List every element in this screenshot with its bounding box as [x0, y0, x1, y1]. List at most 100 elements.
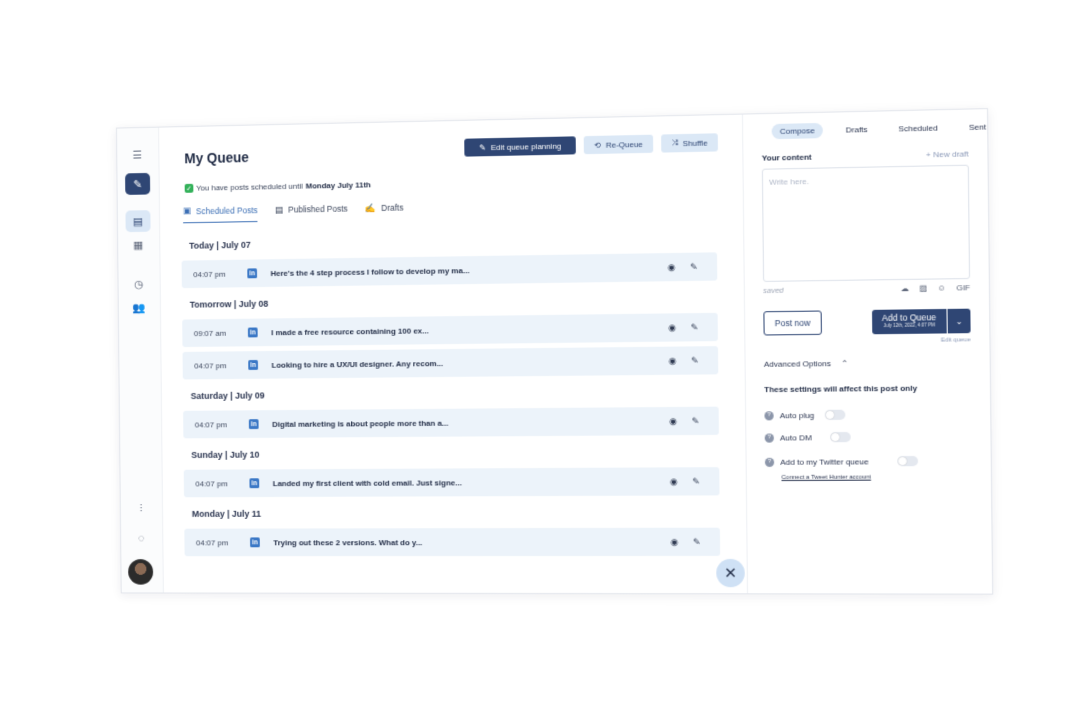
- tab-scheduled[interactable]: Scheduled: [890, 120, 946, 136]
- content-textarea[interactable]: Write here.: [761, 164, 971, 282]
- eye-icon[interactable]: ◉: [662, 415, 684, 426]
- day-group: Saturday | July 09 04:07 pm in Digital m…: [183, 386, 719, 439]
- pencil-icon[interactable]: ✎: [125, 172, 151, 195]
- refresh-icon: ⟲: [593, 140, 601, 150]
- edit-queue-planning-button[interactable]: ✎ Edit queue planning: [464, 136, 577, 157]
- post-text: I made a free resource containing 100 ex…: [271, 325, 429, 337]
- queue-panel: My Queue ✎ Edit queue planning ⟲ Re-Queu…: [159, 115, 747, 594]
- post-text: Trying out these 2 versions. What do y..…: [273, 537, 423, 547]
- post-text: Landed my first client with cold email. …: [272, 477, 462, 488]
- check-icon: ✓: [184, 183, 194, 193]
- post-time: 09:07 am: [193, 328, 227, 338]
- day-heading: Tomorrow | July 08: [189, 298, 269, 310]
- linkedin-icon: in: [247, 268, 258, 279]
- post-text: Digital marketing is about people more t…: [272, 418, 449, 429]
- queue-list: Today | July 07 04:07 pm in Here's the 4…: [181, 232, 721, 568]
- connect-tweet-hunter-link[interactable]: Connect a Tweet Hunter account: [781, 474, 972, 481]
- tab-scheduled-posts[interactable]: ▣ Scheduled Posts: [182, 204, 258, 224]
- eye-icon[interactable]: ◉: [661, 322, 683, 333]
- pencil-icon[interactable]: ✎: [685, 476, 707, 487]
- avatar[interactable]: [128, 559, 154, 585]
- eye-icon[interactable]: ◉: [663, 536, 685, 547]
- auto-plug-toggle[interactable]: [824, 409, 846, 420]
- calendar-icon[interactable]: ▦: [126, 234, 151, 256]
- content-label-row: Your content + New draft: [762, 149, 969, 162]
- pencil-icon[interactable]: ✎: [683, 261, 705, 272]
- day-heading: Saturday | July 09: [190, 390, 265, 401]
- eye-icon[interactable]: ◉: [663, 476, 685, 487]
- post-now-button[interactable]: Post now: [763, 310, 822, 336]
- post-actions: Post now Add to Queue July 12th, 2022, 4…: [763, 308, 971, 336]
- post-time: 04:07 pm: [193, 269, 226, 279]
- post-time: 04:07 pm: [195, 478, 228, 488]
- add-to-queue-button[interactable]: Add to Queue July 12th, 2022, 4:07 PM: [871, 308, 947, 335]
- page-title: My Queue: [184, 149, 250, 167]
- shuffle-icon: ⤨: [671, 138, 678, 148]
- content-placeholder: Write here.: [769, 176, 810, 187]
- tab-drafts-composer[interactable]: Drafts: [837, 122, 876, 138]
- ai-icon[interactable]: ☁: [901, 284, 909, 293]
- clock-icon[interactable]: ◷: [126, 273, 151, 295]
- queue-post[interactable]: 09:07 am in I made a free resource conta…: [182, 312, 718, 348]
- pencil-icon[interactable]: ✎: [684, 415, 706, 426]
- content-label: Your content: [761, 152, 812, 163]
- post-time: 04:07 pm: [194, 419, 228, 429]
- help-icon[interactable]: ?: [764, 457, 775, 467]
- post-time: 04:07 pm: [194, 360, 227, 370]
- post-text: Here's the 4 step process I follow to de…: [270, 265, 470, 278]
- pencil-icon[interactable]: ✎: [684, 355, 706, 366]
- queue-post[interactable]: 04:07 pm in Trying out these 2 versions.…: [184, 527, 721, 557]
- tab-sent[interactable]: Sent: [960, 119, 993, 135]
- pencil-icon[interactable]: ✎: [683, 322, 705, 333]
- gif-button[interactable]: GIF: [956, 283, 970, 292]
- advanced-options-toggle[interactable]: Advanced Options ⌃: [764, 358, 971, 369]
- help-icon[interactable]: ?: [764, 432, 774, 443]
- shuffle-button[interactable]: ⤨ Shuffle: [660, 133, 718, 153]
- left-rail: ☰ ✎ ▤ ▦ ◷ 👥 ⫶ ◌: [116, 127, 164, 593]
- queue-post[interactable]: 04:07 pm in Here's the 4 step process I …: [181, 252, 718, 289]
- composer-tabs: Compose Drafts Scheduled Sent: [771, 120, 986, 140]
- day-heading: Monday | July 11: [191, 508, 262, 519]
- queue-post[interactable]: 04:07 pm in Digital marketing is about p…: [183, 406, 719, 439]
- help-icon[interactable]: ?: [764, 410, 774, 420]
- auto-dm-toggle[interactable]: [830, 431, 851, 443]
- option-auto-dm: ? Auto DM: [764, 431, 972, 443]
- queue-post[interactable]: 04:07 pm in Looking to hire a UX/UI desi…: [182, 346, 719, 380]
- tab-published-posts[interactable]: ▤ Published Posts: [275, 203, 348, 222]
- pencil-icon: ✎: [479, 142, 486, 152]
- chat-icon[interactable]: ◌: [129, 528, 154, 550]
- linkedin-icon: in: [248, 419, 259, 430]
- pencil-icon[interactable]: ✎: [686, 536, 708, 547]
- requeue-button[interactable]: ⟲ Re-Queue: [583, 134, 654, 155]
- post-time: 04:07 pm: [195, 537, 229, 547]
- emoji-icon[interactable]: ☺: [937, 283, 946, 292]
- menu-icon[interactable]: ☰: [125, 144, 150, 166]
- composer-tools: saved ☁ ▨ ☺ GIF: [763, 283, 970, 295]
- tab-drafts[interactable]: ✍ Drafts: [365, 202, 403, 221]
- linkedin-icon: in: [248, 359, 259, 370]
- image-icon: ▤: [275, 204, 284, 215]
- day-group: Monday | July 11 04:07 pm in Trying out …: [184, 508, 721, 557]
- edit-queue-link[interactable]: Edit queue: [764, 337, 971, 345]
- day-heading: Today | July 07: [189, 239, 251, 251]
- option-auto-plug: ? Auto plug: [764, 409, 971, 421]
- draft-icon: ✍: [365, 202, 377, 213]
- users-icon[interactable]: 👥: [126, 296, 151, 318]
- chevron-down-icon[interactable]: ⌄: [947, 308, 971, 334]
- image-icon[interactable]: ▨: [919, 284, 927, 293]
- twitter-queue-toggle[interactable]: [897, 455, 919, 467]
- new-draft-link[interactable]: + New draft: [926, 149, 969, 159]
- saved-indicator: saved: [763, 285, 784, 296]
- add-to-queue-group: Add to Queue July 12th, 2022, 4:07 PM ⌄: [871, 308, 971, 335]
- composer-panel: Compose Drafts Scheduled Sent Your conte…: [741, 109, 993, 594]
- day-group: Tomorrow | July 08 09:07 am in I made a …: [182, 293, 719, 380]
- day-group: Sunday | July 10 04:07 pm in Landed my f…: [183, 447, 720, 498]
- sliders-icon[interactable]: ⫶: [128, 498, 153, 520]
- tab-compose[interactable]: Compose: [771, 122, 824, 140]
- eye-icon[interactable]: ◉: [661, 355, 683, 366]
- queue-icon[interactable]: ▤: [125, 210, 151, 233]
- close-icon[interactable]: ✕: [716, 558, 745, 588]
- day-heading: Sunday | July 10: [191, 449, 260, 460]
- eye-icon[interactable]: ◉: [660, 261, 682, 272]
- queue-post[interactable]: 04:07 pm in Landed my first client with …: [183, 467, 720, 498]
